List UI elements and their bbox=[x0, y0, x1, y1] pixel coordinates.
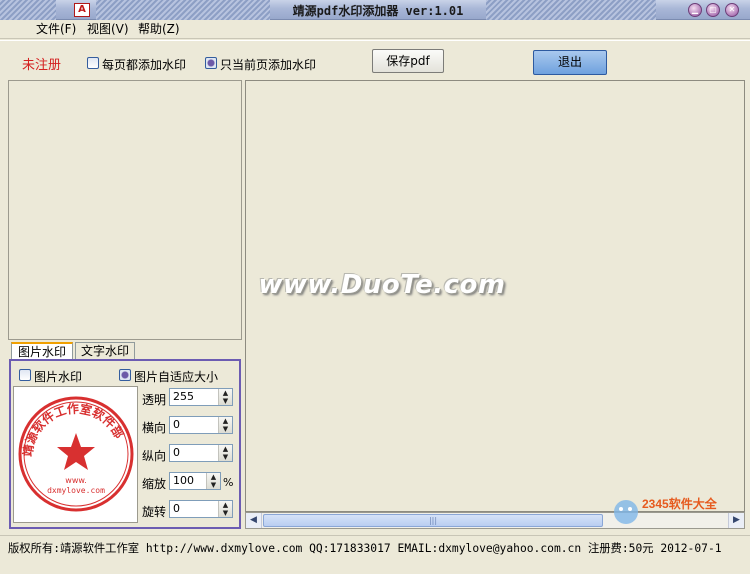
vertical-stepper[interactable]: ▲ ▼ bbox=[218, 445, 232, 461]
exit-button[interactable]: 退出 bbox=[533, 50, 607, 75]
rotate-stepper[interactable]: ▲ ▼ bbox=[218, 501, 232, 517]
close-icon[interactable]: ✕ bbox=[725, 3, 739, 17]
registration-status: 未注册 bbox=[22, 58, 62, 73]
scale-value: 100 bbox=[173, 474, 194, 487]
seal-image: 靖源软件工作室软件部 www. dxmylove.com bbox=[18, 396, 134, 512]
current-page-checkbox[interactable] bbox=[205, 57, 217, 69]
corner-logo: 2345软件大全 bbox=[614, 496, 718, 524]
auto-fit-checkbox[interactable] bbox=[119, 369, 131, 381]
scroll-thumb[interactable]: ||| bbox=[263, 514, 603, 527]
opacity-label: 透明 bbox=[142, 393, 167, 407]
horizontal-stepper[interactable]: ▲ ▼ bbox=[218, 417, 232, 433]
save-pdf-button[interactable]: 保存pdf bbox=[372, 49, 444, 73]
scale-label: 缩放 bbox=[142, 477, 167, 491]
status-text: 版权所有:靖源软件工作室 http://www.dxmylove.com QQ:… bbox=[8, 542, 722, 555]
menu-bar: 文件(F) 视图(V) 帮助(Z) bbox=[0, 20, 750, 39]
corner-logo-text: 2345软件大全 bbox=[642, 496, 718, 511]
window-title: 靖源pdf水印添加器 ver:1.01 bbox=[292, 4, 464, 18]
rotate-label: 旋转 bbox=[142, 505, 167, 519]
tab-text-watermark[interactable]: 文字水印 bbox=[75, 342, 135, 359]
horizontal-value: 0 bbox=[173, 418, 180, 431]
menu-file[interactable]: 文件(F) bbox=[34, 21, 78, 38]
opacity-stepper[interactable]: ▲ ▼ bbox=[218, 389, 232, 405]
seal-url: dxmylove.com bbox=[47, 486, 105, 495]
opacity-value: 255 bbox=[173, 390, 194, 403]
tab-image-watermark[interactable]: 图片水印 bbox=[11, 342, 73, 359]
title-bar-grip bbox=[486, 0, 656, 20]
title-bar-grip bbox=[0, 0, 56, 20]
minimize-icon[interactable]: ▁ bbox=[688, 3, 702, 17]
rotate-value: 0 bbox=[173, 502, 180, 515]
page-list-panel[interactable] bbox=[8, 80, 242, 340]
watermark-overlay: www.DuoTe.com bbox=[258, 270, 506, 300]
scroll-left-icon[interactable]: ◀ bbox=[246, 513, 262, 528]
pdf-icon[interactable]: A bbox=[74, 3, 90, 17]
image-watermark-checkbox[interactable] bbox=[19, 369, 31, 381]
seal-center-text: www. bbox=[65, 476, 86, 485]
horizontal-label: 横向 bbox=[142, 421, 167, 435]
maximize-icon[interactable]: ▢ bbox=[706, 3, 720, 17]
every-page-label[interactable]: 每页都添加水印 bbox=[102, 56, 186, 73]
title-bar-grip bbox=[96, 0, 270, 20]
vertical-label: 纵向 bbox=[142, 449, 167, 463]
menu-help[interactable]: 帮助(Z) bbox=[136, 21, 182, 38]
title-bar[interactable]: A 靖源pdf水印添加器 ver:1.01 ▁ ▢ ✕ bbox=[0, 0, 750, 20]
scale-unit: % bbox=[223, 476, 234, 489]
image-watermark-label[interactable]: 图片水印 bbox=[34, 368, 82, 385]
star-icon bbox=[57, 433, 95, 470]
current-page-label[interactable]: 只当前页添加水印 bbox=[220, 56, 316, 73]
vertical-value: 0 bbox=[173, 446, 180, 459]
scale-stepper[interactable]: ▲ ▼ bbox=[206, 473, 220, 489]
watermark-image-preview[interactable]: 靖源软件工作室软件部 www. dxmylove.com bbox=[13, 386, 138, 523]
auto-fit-label[interactable]: 图片自适应大小 bbox=[134, 368, 218, 385]
menu-view[interactable]: 视图(V) bbox=[85, 21, 131, 38]
every-page-checkbox[interactable] bbox=[87, 57, 99, 69]
